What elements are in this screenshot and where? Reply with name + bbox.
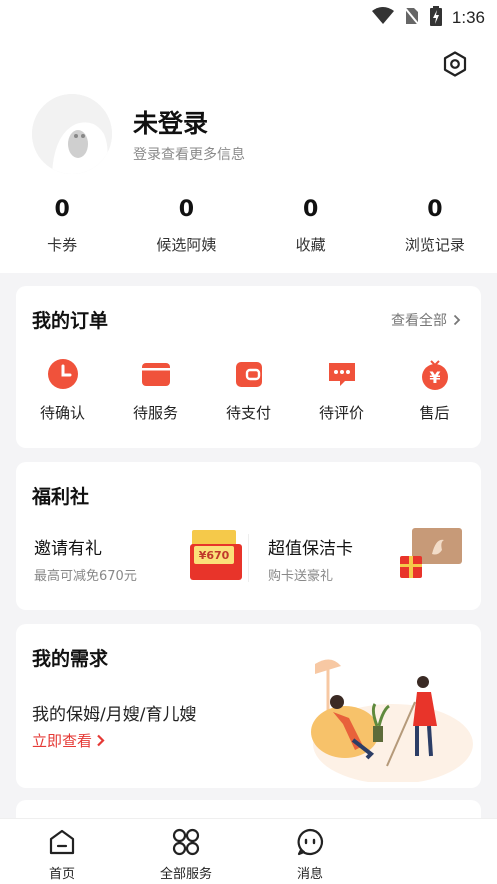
login-status[interactable]: 未登录 [133,104,208,140]
avatar-placeholder-icon [32,94,112,174]
stat-favorites[interactable]: 0 收藏 [249,194,373,264]
chevron-right-icon [453,314,461,326]
tab-messages[interactable]: 消息 [248,819,372,884]
housekeeping-illustration [293,654,473,786]
order-pending-review[interactable]: 待评价 [295,356,388,423]
svg-text:¥: ¥ [429,368,440,387]
order-pending-service[interactable]: 待服务 [109,356,202,423]
welfare-title: 福利社 [32,486,90,508]
view-all-orders-link[interactable]: 查看全部 [391,310,461,330]
order-pending-confirm[interactable]: 待确认 [16,356,109,423]
stat-label: 浏览记录 [404,236,465,254]
status-time: 1:36 [451,8,485,27]
chevron-right-icon [97,734,105,747]
tab-all-services[interactable]: 全部服务 [124,819,248,884]
stat-coupons[interactable]: 0 卡券 [0,194,124,264]
tab-label: 消息 [296,867,323,882]
welfare-card: 福利社 邀请有礼 最高可减免670元 ¥670 超值保洁卡 购卡送豪礼 [16,462,481,610]
status-bar: 1:36 [0,0,497,36]
wifi-icon [371,7,394,29]
red-envelope-image: ¥670 [186,528,246,586]
avatar[interactable] [32,94,112,174]
gift-card-image [398,526,464,586]
view-now-label: 立即查看 [32,732,93,750]
stat-label: 收藏 [295,236,326,254]
card-icon [138,356,174,392]
needs-description: 我的保姆/月嫂/育儿嫂 [32,705,197,725]
settings-icon [443,51,467,77]
grid-icon [172,828,200,856]
yen-icon: ¥ [417,356,453,392]
stat-value: 0 [178,197,195,222]
needs-title: 我的需求 [32,648,109,670]
clock-icon [45,356,81,392]
tab-label: 首页 [48,867,75,882]
no-sim-icon [404,6,420,30]
settings-button[interactable] [441,50,469,78]
order-item-label: 待支付 [225,404,271,422]
wallet-icon [231,356,267,392]
message-icon [297,828,324,856]
tab-home[interactable]: 首页 [0,819,124,884]
order-after-sales[interactable]: ¥ 售后 [388,356,481,423]
home-icon [49,829,75,855]
profile-header: 未登录 登录查看更多信息 0 卡券 0 候选阿姨 0 收藏 0 浏览记录 [0,36,497,273]
stat-candidates[interactable]: 0 候选阿姨 [124,194,248,264]
login-hint[interactable]: 登录查看更多信息 [133,144,245,164]
view-now-link[interactable]: 立即查看 [32,730,105,751]
tab-label: 全部服务 [159,867,212,882]
orders-card: 我的订单 查看全部 待确认 待服务 待支付 待评价 ¥ 售后 [16,286,481,448]
order-pending-payment[interactable]: 待支付 [202,356,295,423]
stat-value: 0 [427,197,443,222]
needs-card: 我的需求 我的保姆/月嫂/育儿嫂 立即查看 [16,624,481,788]
battery-charging-icon [429,6,442,30]
order-item-label: 售后 [419,404,450,422]
stat-label: 卡券 [47,236,78,254]
invite-badge: ¥670 [199,549,230,562]
order-item-label: 待评价 [318,404,364,422]
comment-icon [324,356,360,392]
promo-divider [248,534,249,582]
stat-value: 0 [54,197,70,222]
stat-label: 候选阿姨 [156,236,217,254]
order-item-label: 待服务 [132,404,178,422]
orders-title: 我的订单 [32,310,109,332]
order-status-row: 待确认 待服务 待支付 待评价 ¥ 售后 [16,356,481,423]
stats-row: 0 卡券 0 候选阿姨 0 收藏 0 浏览记录 [0,194,497,264]
bottom-tab-bar: 首页 全部服务 消息 [0,818,497,884]
cleaning-card-promo[interactable]: 超值保洁卡 购卡送豪礼 [268,528,473,594]
order-item-label: 待确认 [39,404,85,422]
stat-history[interactable]: 0 浏览记录 [373,194,497,264]
view-all-label: 查看全部 [391,313,447,329]
stat-value: 0 [302,197,319,222]
invite-promo[interactable]: 邀请有礼 最高可减免670元 ¥670 [34,530,249,594]
